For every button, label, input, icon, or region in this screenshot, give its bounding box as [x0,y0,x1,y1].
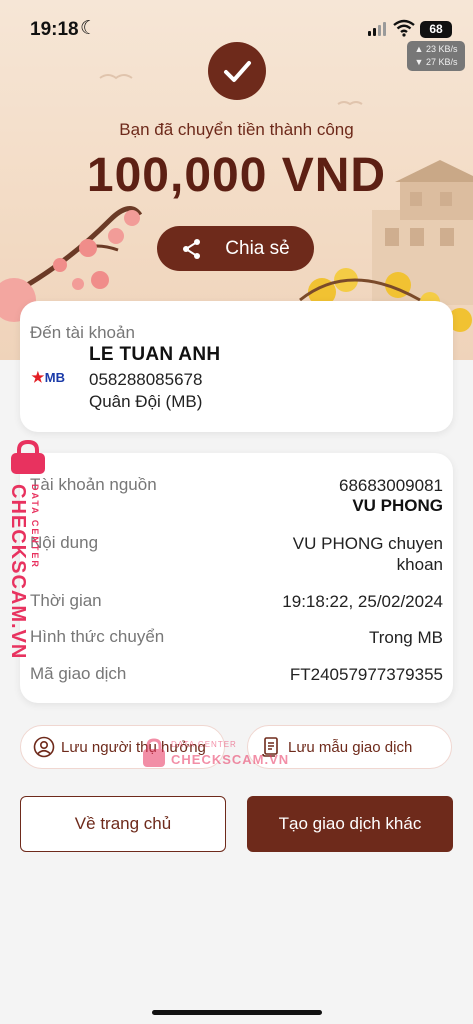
watermark-center-brand: CHECKSCAM.VN [171,752,290,767]
home-indicator[interactable] [152,1010,322,1015]
share-button[interactable]: Chia sẻ [157,226,314,271]
network-speed-badge: ▲ 23 KB/s ▼ 27 KB/s [407,41,465,71]
save-template-label: Lưu mẫu giao dịch [288,738,413,756]
success-check-icon [208,42,266,100]
recipient-name: LE TUAN ANH [89,344,221,365]
checkscam-watermark-vertical: CHECKSCAM.VN DATA CENTER [4,440,52,659]
transfer-amount: 100,000 VND [86,149,387,202]
user-icon [33,736,55,758]
cellular-signal-icon [368,22,386,36]
new-transaction-button[interactable]: Tạo giao dịch khác [247,796,453,852]
battery-indicator: 68 [420,21,452,38]
wifi-icon [393,19,415,37]
success-message: Bạn đã chuyển tiền thành công [119,120,354,139]
watermark-brand: CHECKSCAM.VN [7,484,29,660]
watermark-tagline: DATA CENTER [30,484,40,569]
home-button[interactable]: Về trang chủ [20,796,226,852]
moon-icon: ☾ [80,18,98,39]
source-account: 68683009081 [338,476,443,495]
lock-icon [143,738,165,767]
recipient-account: 058288085678 [89,370,203,389]
content-value: VU PHONG chuyen khoan [292,534,443,574]
transaction-details-card: Tài khoản nguồn 68683009081 VU PHONG Nội… [20,453,453,703]
star-icon: ✭ [32,369,44,385]
checkscam-watermark-center: DATA CENTER CHECKSCAM.VN [141,738,301,772]
watermark-center-tagline: DATA CENTER [171,740,237,749]
recipient-bank: Quân Đội (MB) [89,392,203,411]
share-icon [183,238,201,259]
upload-speed: ▲ 23 KB/s [414,44,458,54]
recipient-card: Đến tài khoản ✭ MB LE TUAN ANH 0582880856… [20,301,453,432]
time-value: 19:18:22, 25/02/2024 [282,592,443,611]
share-label: Chia sẻ [225,237,290,259]
transaction-id-value: FT24057977379355 [289,665,443,684]
source-name: VU PHONG [352,496,443,515]
method-value: Trong MB [368,628,443,647]
status-time: 19:18 [30,19,79,40]
transaction-id-label: Mã giao dịch [30,664,127,683]
recipient-label: Đến tài khoản [30,323,135,342]
mb-bank-logo: ✭ MB [32,369,65,385]
lock-icon [11,440,45,474]
download-speed: ▼ 27 KB/s [414,57,458,67]
